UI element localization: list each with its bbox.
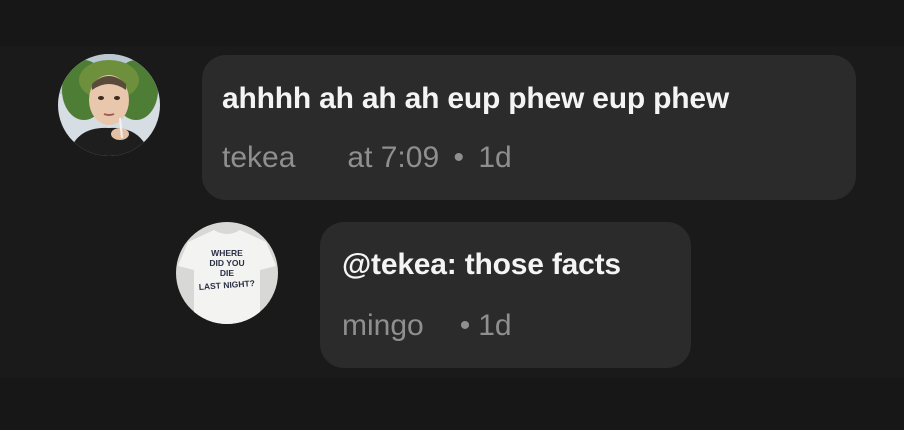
svg-text:DIE: DIE bbox=[220, 268, 235, 278]
avatar[interactable]: WHERE DID YOU DIE LAST NIGHT? bbox=[176, 222, 278, 324]
comment-meta: tekea at 7:09 • 1d bbox=[222, 141, 512, 175]
meta-separator: • bbox=[453, 141, 464, 174]
comment-text: ahhhh ah ah ah eup phew eup phew bbox=[222, 82, 729, 115]
top-divider-band bbox=[0, 0, 904, 46]
reply-age: 1d bbox=[478, 309, 512, 342]
svg-text:DID YOU: DID YOU bbox=[209, 258, 244, 268]
comment-bubble[interactable]: ahhhh ah ah ah eup phew eup phew tekea at… bbox=[202, 55, 856, 200]
meta-separator: • bbox=[459, 309, 471, 342]
avatar[interactable] bbox=[58, 54, 160, 156]
reply-bubble[interactable]: @tekea: those facts mingo • 1d bbox=[320, 222, 691, 368]
reply-author[interactable]: mingo bbox=[342, 309, 424, 343]
reply-text: @tekea: those facts bbox=[342, 248, 621, 281]
profile-photo-tshirt-icon: WHERE DID YOU DIE LAST NIGHT? bbox=[176, 222, 278, 324]
reply-meta: mingo • 1d bbox=[342, 309, 512, 343]
bottom-divider-band bbox=[0, 378, 904, 430]
profile-photo-person-icon bbox=[58, 54, 160, 156]
comment-time: at 7:09 bbox=[347, 141, 440, 174]
comment-author[interactable]: tekea bbox=[222, 141, 295, 175]
svg-text:WHERE: WHERE bbox=[211, 248, 243, 258]
comment-age: 1d bbox=[478, 141, 512, 174]
